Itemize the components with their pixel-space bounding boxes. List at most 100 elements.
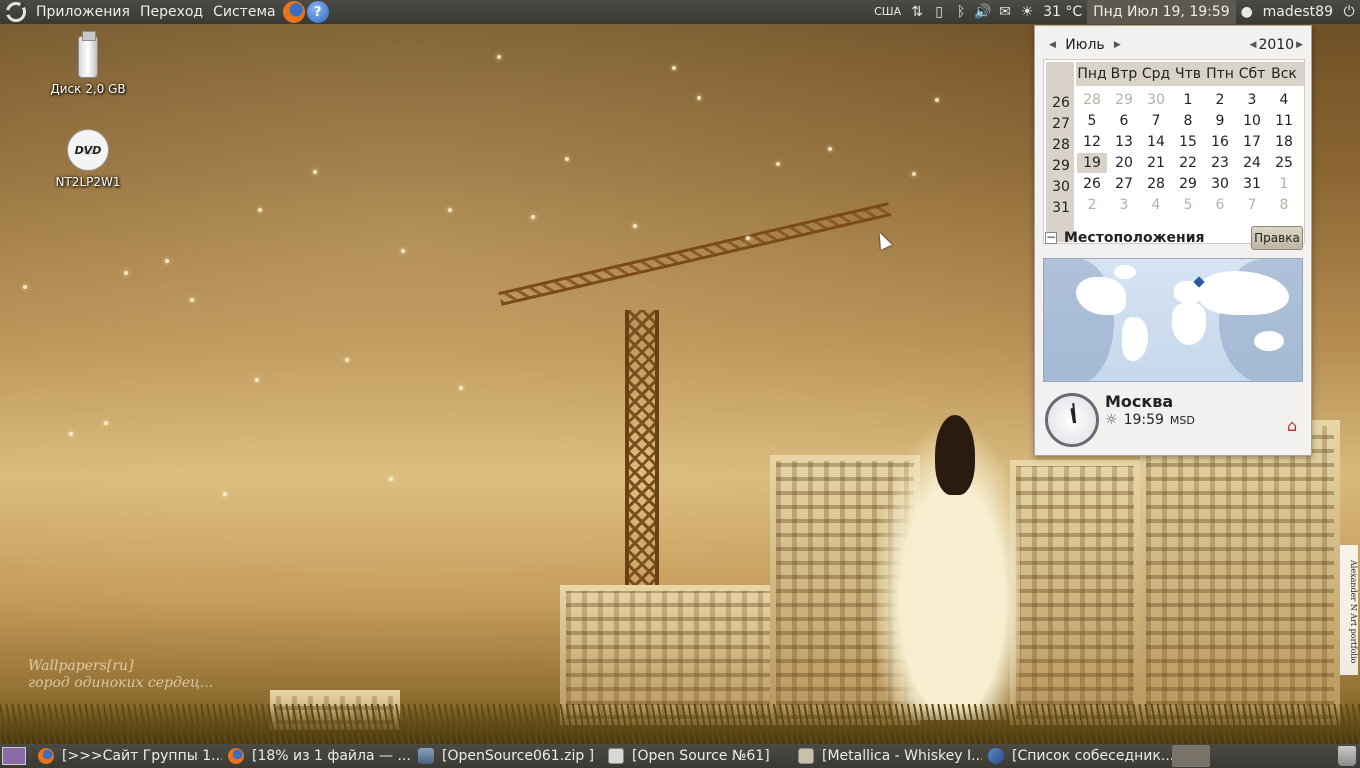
calendar-day-other-month[interactable]: 2 (1077, 195, 1107, 215)
calendar-day[interactable]: 27 (1109, 174, 1139, 194)
taskbar-item[interactable]: [Metallica - Whiskey I... (792, 745, 982, 767)
help-launcher-icon[interactable]: ? (306, 1, 329, 23)
edit-locations-button[interactable]: Правка (1251, 226, 1303, 250)
week-number: 29 (1052, 158, 1070, 174)
top-panel: Приложения Переход Система ? США ⇅ ▯ ᛒ 🔊… (0, 0, 1360, 24)
calendar-day-other-month[interactable]: 5 (1173, 195, 1203, 215)
taskbar-item-label: [>>>Сайт Группы 1... (62, 748, 222, 764)
archive-icon (418, 748, 434, 764)
calendar-day-other-month[interactable]: 7 (1237, 195, 1267, 215)
location-time-row: ☼ 19:59 MSD (1105, 412, 1195, 428)
usb-device-icon[interactable]: ▯ (928, 0, 950, 24)
calendar-day-other-month[interactable]: 8 (1269, 195, 1299, 215)
next-year-arrow-icon[interactable]: ▶ (1294, 40, 1305, 50)
prev-month-arrow-icon[interactable]: ◀ (1043, 40, 1062, 50)
taskbar-item[interactable]: [Список собеседник... (982, 745, 1172, 767)
calendar-day[interactable]: 10 (1237, 111, 1267, 131)
menu-places[interactable]: Переход (135, 0, 208, 24)
calendar-day-other-month[interactable]: 3 (1109, 195, 1139, 215)
calendar-day[interactable]: 7 (1141, 111, 1171, 131)
weekday-label: Птн (1206, 66, 1234, 82)
taskbar-item[interactable]: [OpenSource061.zip ] (412, 745, 602, 767)
taskbar-item-empty[interactable] (1172, 745, 1210, 767)
volume-icon[interactable]: 🔊 (972, 0, 994, 24)
taskbar-item[interactable]: [>>>Сайт Группы 1... (32, 745, 222, 767)
week-number: 26 (1052, 95, 1070, 111)
calendar-day[interactable]: 14 (1141, 132, 1171, 152)
calendar-day-other-month[interactable]: 30 (1141, 90, 1171, 110)
weather-temperature[interactable]: 31 °C (1038, 0, 1087, 24)
power-icon[interactable]: ⏻ (1338, 0, 1360, 24)
prev-year-arrow-icon[interactable]: ◀ (1248, 40, 1259, 50)
weekday-label: Пнд (1077, 66, 1107, 82)
user-name[interactable]: madest89 (1258, 0, 1338, 24)
calendar-day[interactable]: 2 (1205, 90, 1235, 110)
calendar-day[interactable]: 13 (1109, 132, 1139, 152)
next-month-arrow-icon[interactable]: ▶ (1108, 40, 1127, 50)
calendar-day[interactable]: 4 (1269, 90, 1299, 110)
continent-africa (1172, 303, 1206, 345)
calendar-day-other-month[interactable]: 28 (1077, 90, 1107, 110)
calendar-day[interactable]: 1 (1173, 90, 1203, 110)
dvd-disc-icon: DVD (67, 129, 109, 171)
location-city: Москва (1105, 392, 1174, 411)
network-arrows-icon[interactable]: ⇅ (906, 0, 928, 24)
calendar-day[interactable]: 12 (1077, 132, 1107, 152)
calendar-day[interactable]: 3 (1237, 90, 1267, 110)
menu-system[interactable]: Система (208, 0, 280, 24)
woman-hair (935, 415, 975, 495)
week-number: 30 (1052, 179, 1070, 195)
calendar-day[interactable]: 15 (1173, 132, 1203, 152)
calendar-day[interactable]: 18 (1269, 132, 1299, 152)
mail-icon[interactable]: ✉ (994, 0, 1016, 24)
calendar-day[interactable]: 5 (1077, 111, 1107, 131)
calendar-day[interactable]: 16 (1205, 132, 1235, 152)
calendar-day[interactable]: 22 (1173, 153, 1203, 173)
calendar-day-today[interactable]: 19 (1077, 153, 1107, 173)
calendar-day[interactable]: 30 (1205, 174, 1235, 194)
calendar-day-other-month[interactable]: 6 (1205, 195, 1235, 215)
calendar-day[interactable]: 6 (1109, 111, 1139, 131)
keyboard-layout-indicator[interactable]: США (869, 0, 906, 24)
menu-applications[interactable]: Приложения (31, 0, 135, 24)
taskbar-item[interactable]: [18% из 1 файла — ... (222, 745, 412, 767)
calendar-day[interactable]: 26 (1077, 174, 1107, 194)
desktop-icon-usb-drive[interactable]: Диск 2,0 GB (33, 31, 143, 96)
bluetooth-icon[interactable]: ᛒ (950, 0, 972, 24)
ubuntu-logo-icon[interactable] (5, 2, 26, 22)
calendar-day[interactable]: 11 (1269, 111, 1299, 131)
collapse-locations-toggle[interactable]: − (1045, 231, 1057, 244)
watermark-line: город одиноких сердец... (28, 675, 214, 691)
document-icon (608, 748, 624, 764)
set-home-location-icon[interactable]: ⌂ (1287, 416, 1297, 435)
calendar-day[interactable]: 8 (1173, 111, 1203, 131)
calendar-day-other-month[interactable]: 1 (1269, 174, 1299, 194)
desktop-icon-dvd[interactable]: DVD NT2LP2W1 (33, 129, 143, 189)
calendar-day-other-month[interactable]: 4 (1141, 195, 1171, 215)
sun-weather-icon[interactable]: ☀ (1016, 0, 1038, 24)
calendar-day[interactable]: 29 (1173, 174, 1203, 194)
show-desktop-icon[interactable] (2, 747, 26, 765)
panel-clock[interactable]: Пнд Июл 19, 19:59 (1087, 0, 1236, 24)
calendar-day[interactable]: 24 (1237, 153, 1267, 173)
system-tray: США ⇅ ▯ ᛒ 🔊 ✉ ☀ 31 °C Пнд Июл 19, 19:59 … (869, 0, 1360, 24)
trash-icon[interactable] (1338, 746, 1356, 766)
taskbar-item-label: [18% из 1 файла — ... (252, 748, 411, 764)
grass (0, 704, 1360, 744)
calendar-day[interactable]: 25 (1269, 153, 1299, 173)
calendar-day[interactable]: 20 (1109, 153, 1139, 173)
locations-title: Местоположения (1064, 230, 1205, 246)
dvd-badge: DVD (74, 143, 102, 157)
calendar-day[interactable]: 21 (1141, 153, 1171, 173)
calendar-day[interactable]: 9 (1205, 111, 1235, 131)
user-status-icon[interactable]: ● (1236, 0, 1258, 24)
calendar-day[interactable]: 17 (1237, 132, 1267, 152)
calendar-day[interactable]: 28 (1141, 174, 1171, 194)
taskbar-item[interactable]: [Open Source №61] (602, 745, 792, 767)
continent-australia (1254, 331, 1284, 351)
calendar-day-other-month[interactable]: 29 (1109, 90, 1139, 110)
firefox-icon (228, 748, 244, 764)
firefox-launcher-icon[interactable] (282, 1, 305, 23)
calendar-day[interactable]: 31 (1237, 174, 1267, 194)
calendar-day[interactable]: 23 (1205, 153, 1235, 173)
